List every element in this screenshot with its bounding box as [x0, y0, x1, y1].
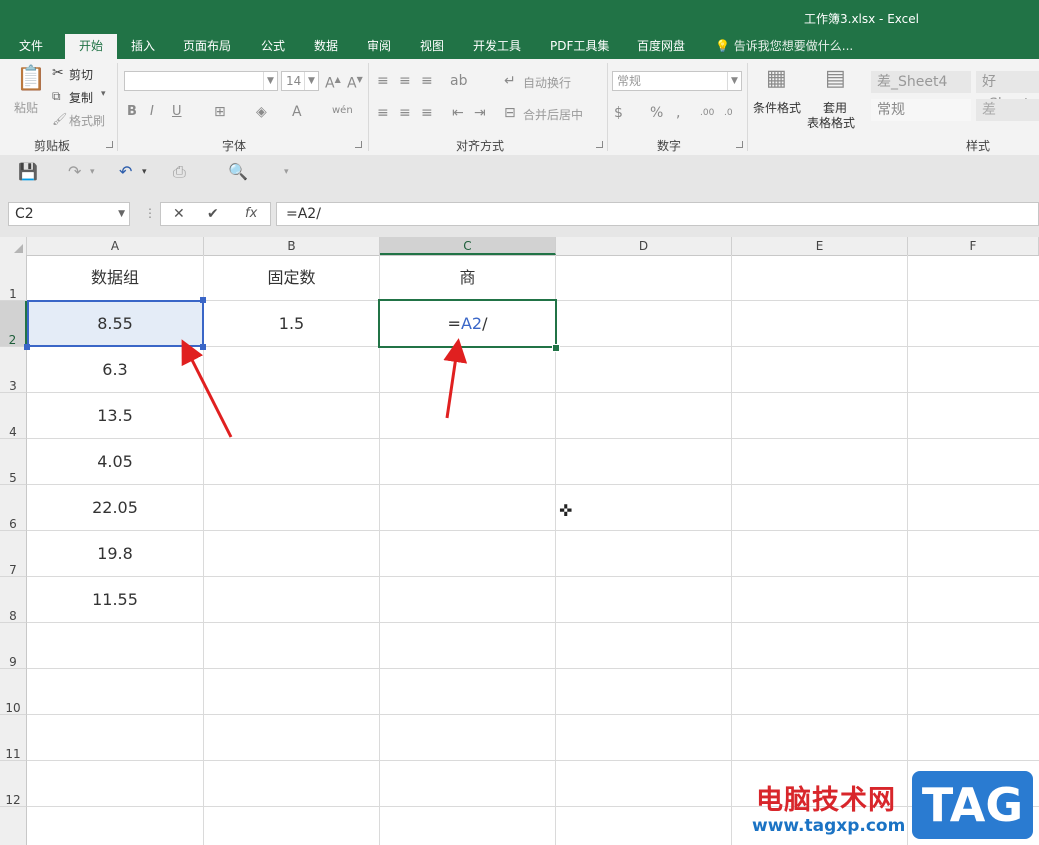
arrow-to-c2	[443, 338, 468, 419]
watermark-url: www.tagxp.com	[752, 816, 906, 836]
watermark-site-name: 电脑技术网	[756, 785, 896, 816]
annotation-arrows	[181, 338, 468, 438]
tag-logo-badge: TAG	[912, 771, 1033, 839]
arrow-to-a2	[181, 339, 233, 438]
